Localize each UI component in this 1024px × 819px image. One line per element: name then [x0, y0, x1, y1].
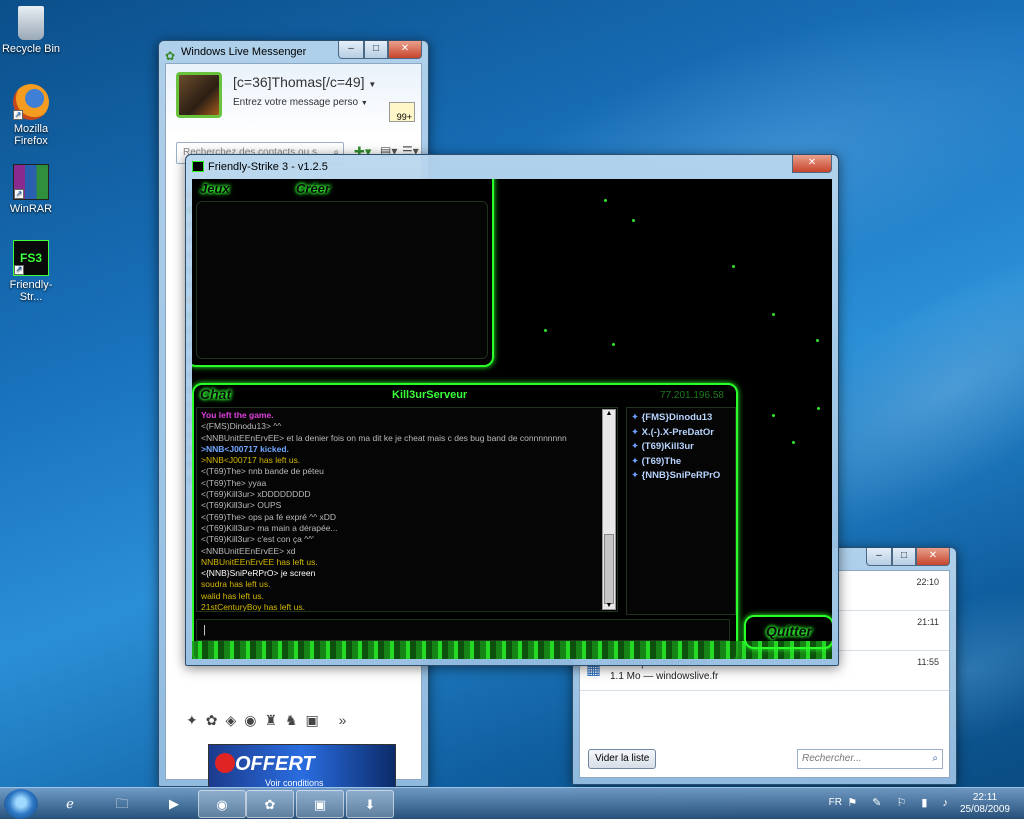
chat-line: >NNB<J00717 has left us. [201, 455, 301, 466]
download-time: 22:10 [916, 577, 939, 587]
desktop-icon-label: Mozilla Firefox [13, 123, 49, 147]
desktop-icon-label: Friendly-Str... [9, 279, 53, 303]
chat-message-input[interactable]: | [196, 619, 730, 641]
quit-button[interactable]: Quitter [744, 615, 832, 649]
app-icons-bar[interactable]: ✦✿◈◉♜♞▣ » [186, 712, 354, 729]
chat-line: <(T69)Kill3ur> OUPS [201, 500, 282, 511]
tab-create[interactable]: Créer [296, 181, 330, 196]
chat-line: <NNBUnitEEnErvEE> et la denier fois on m… [201, 432, 567, 443]
desktop-icon-label: Recycle Bin [1, 43, 61, 55]
ad-headline: OFFERT [235, 753, 315, 775]
taskbar-media-player-icon[interactable]: ▶ [150, 790, 198, 818]
taskbar-downloads-icon[interactable]: ⬇ [346, 790, 394, 818]
firefox-icon: ↗ [13, 84, 49, 120]
taskbar-friendly-strike-icon[interactable]: ▣ [296, 790, 344, 818]
chat-line: You left the game. [201, 410, 274, 420]
friendly-strike-icon: FS3 ↗ [13, 240, 49, 276]
scroll-thumb[interactable] [604, 534, 614, 604]
chat-label: Chat [200, 386, 232, 402]
desktop-icon-friendly-strike[interactable]: FS3 ↗ Friendly-Str... [0, 240, 62, 303]
game-list[interactable] [196, 201, 488, 359]
desktop-icon-firefox[interactable]: ↗ Mozilla Firefox [0, 84, 62, 147]
friendly-strike-titlebar[interactable]: Friendly-Strike 3 - v1.2.5 ✕ [186, 155, 838, 179]
chat-line: <{NNB}SniPeRPrO> je screen [201, 568, 316, 579]
chat-line: <(T69)Kill3ur> xDDDDDDDD [201, 489, 311, 500]
chat-line: <NNBUnitEEnErvEE> xd [201, 545, 296, 556]
search-icon: ⌕ [932, 753, 938, 764]
system-tray: FR ⚑ ✎ ⚐ ▮ ♪ 22:11 25/08/2009 [804, 788, 1024, 819]
brand-logo-icon [215, 753, 235, 773]
maximize-button[interactable]: □ [364, 41, 388, 59]
user-list-item[interactable]: {NNB}SniPeRPrO [631, 469, 731, 484]
server-ip: 77.201.196.58 [660, 390, 724, 401]
tray-icons[interactable]: ⚑ ✎ ⚐ ▮ ♪ [847, 796, 954, 809]
minimize-button[interactable]: – [866, 548, 892, 566]
scroll-up-arrow[interactable]: ▲ [603, 410, 615, 417]
taskbar: ℯ 🗀 ▶ ◉ ✿ ▣ ⬇ FR ⚑ ✎ ⚐ ▮ ♪ 22:11 25/08/2… [0, 787, 1024, 819]
desktop-icon-label: WinRAR [9, 203, 53, 215]
chat-line: <(FMS)Dinodu13> ^^ [201, 421, 282, 432]
user-list[interactable]: {FMS}Dinodu13X.(-).X-PreDatOr(T69)Kill3u… [626, 407, 736, 615]
language-indicator[interactable]: FR [829, 797, 842, 808]
user-list-item[interactable]: {FMS}Dinodu13 [631, 411, 731, 426]
chat-line: <(T69)The> ops pa fé expré ^^ xDD [201, 511, 337, 522]
download-time: 21:11 [917, 617, 939, 627]
scroll-down-arrow[interactable]: ▼ [603, 602, 615, 609]
clock-time: 22:11 [972, 792, 998, 803]
window-title: Windows Live Messenger [181, 46, 307, 58]
minimize-button[interactable]: – [338, 41, 364, 59]
chat-log[interactable]: You left the game. <(FMS)Dinodu13> ^^ <NNB… [196, 407, 618, 612]
window-title: Friendly-Strike 3 - v1.2.5 [208, 161, 328, 173]
user-list-item[interactable]: (T69)The [631, 455, 731, 470]
server-name: Kill3urServeur [392, 389, 468, 401]
taskbar-messenger-icon[interactable]: ✿ [246, 790, 294, 818]
winrar-icon: ↗ [13, 164, 49, 200]
taskbar-ie-icon[interactable]: ℯ [46, 790, 94, 818]
notification-badge[interactable]: 99+ [389, 102, 415, 122]
chat-line: 21stCenturyBoy has left us. [201, 602, 305, 612]
maximize-button[interactable]: □ [892, 548, 916, 566]
chat-line: NNBUnitEEnErvEE has left us. [201, 556, 318, 567]
close-button[interactable]: ✕ [792, 155, 832, 173]
user-list-item[interactable]: X.(-).X-PreDatOr [631, 426, 731, 441]
chat-line: <(T69)Kill3ur> c'est con ça ^^' [201, 534, 314, 545]
display-name[interactable]: [c=36]Thomas[/c=49] ▼ [233, 74, 376, 90]
chat-line: >NNB<J00717 kicked. [201, 443, 289, 454]
friendly-strike-app-icon [192, 161, 204, 172]
taskbar-firefox-icon[interactable]: ◉ [198, 790, 246, 818]
clock[interactable]: 22:11 25/08/2009 [960, 792, 1010, 816]
messenger-titlebar[interactable]: ✿ Windows Live Messenger – □ ✕ [159, 41, 428, 63]
close-button[interactable]: ✕ [388, 41, 422, 59]
chat-scrollbar[interactable]: ▲ ▼ [602, 409, 616, 610]
download-time: 11:55 [917, 657, 939, 667]
start-button[interactable] [4, 789, 38, 819]
chat-line: soudra has left us. [201, 579, 271, 590]
chat-line: walid has left us. [201, 590, 264, 601]
chat-line: <(T69)The> yyaa [201, 477, 267, 488]
desktop-icon-recycle-bin[interactable]: Recycle Bin [0, 6, 62, 55]
avatar[interactable] [176, 72, 222, 118]
friendly-strike-window[interactable]: Friendly-Strike 3 - v1.2.5 ✕ Jeux Créer … [185, 154, 839, 666]
tab-games[interactable]: Jeux [200, 181, 230, 196]
chat-line: <(T69)Kill3ur> ma main a dérapée... [201, 522, 338, 533]
taskbar-explorer-icon[interactable]: 🗀 [98, 790, 146, 818]
downloads-search-input[interactable]: Rechercher... ⌕ [797, 749, 943, 769]
desktop-icon-winrar[interactable]: ↗ WinRAR [0, 164, 62, 215]
user-list-item[interactable]: (T69)Kill3ur [631, 440, 731, 455]
close-button[interactable]: ✕ [916, 548, 950, 566]
recycle-bin-icon [18, 6, 44, 40]
chat-line: <(T69)The> nnb bande de péteu [201, 466, 324, 477]
chevron-down-icon: ▼ [368, 80, 377, 89]
chevron-down-icon: ▼ [360, 100, 368, 107]
decorative-slime [192, 641, 832, 659]
download-size: 1.1 Mo — windowslive.fr [610, 671, 719, 682]
clock-date: 25/08/2009 [959, 804, 1010, 815]
clear-list-button[interactable]: Vider la liste [588, 749, 657, 769]
personal-message[interactable]: Entrez votre message perso ▼ [233, 97, 368, 108]
